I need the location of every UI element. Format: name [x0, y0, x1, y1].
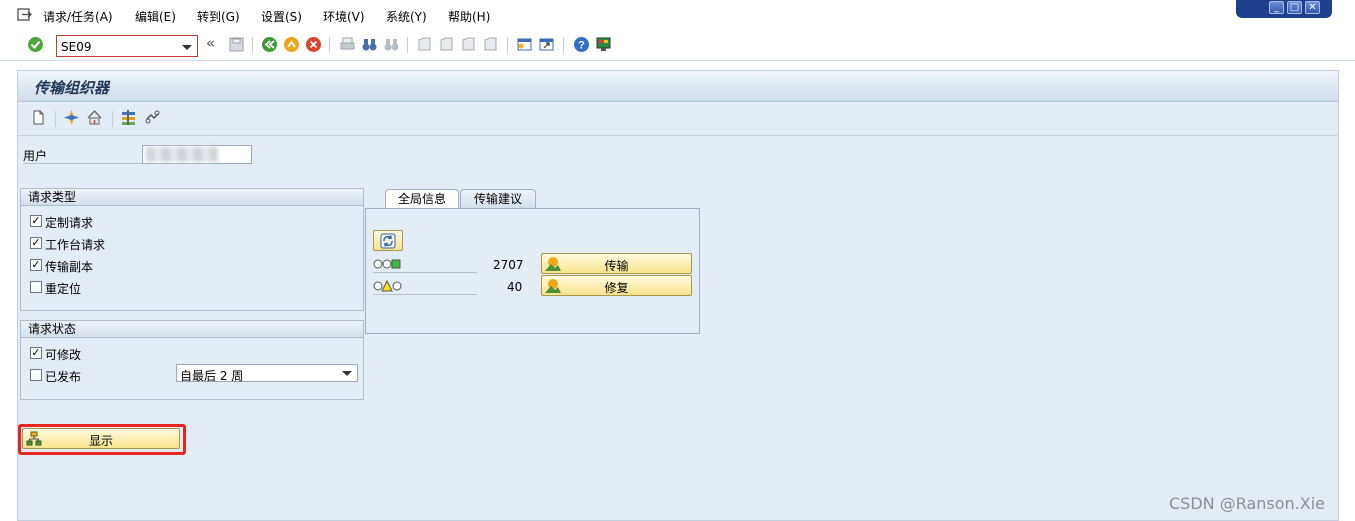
svg-text:?: ?: [578, 40, 585, 52]
command-field[interactable]: SE09: [56, 35, 198, 57]
exit-icon[interactable]: [283, 36, 300, 53]
command-value: SE09: [61, 40, 92, 54]
label-underline: [373, 272, 477, 273]
workbench-request-label: 工作台请求: [45, 238, 106, 252]
modifiable-checkbox[interactable]: ✓: [30, 347, 42, 359]
last-page-icon[interactable]: [482, 36, 499, 53]
separator: [407, 37, 408, 53]
find-icon[interactable]: [361, 36, 378, 53]
menu-goto[interactable]: 转到(G): [197, 8, 240, 25]
repair-button[interactable]: 修复: [541, 275, 692, 296]
transport-tree-icon[interactable]: [86, 109, 103, 126]
menu-environment[interactable]: 环境(V): [323, 8, 365, 25]
separator: [329, 37, 330, 53]
watermark: CSDN @Ranson.Xie: [1169, 494, 1326, 513]
tab-global-info[interactable]: 全局信息: [385, 189, 459, 209]
tab-panel: 2707 传输 40 修复: [365, 208, 700, 334]
request-status-title: 请求状态: [21, 321, 363, 338]
new-session-icon[interactable]: [516, 36, 533, 53]
title-bar: 传输组织器: [18, 71, 1338, 102]
find-next-icon[interactable]: [383, 36, 400, 53]
status-yellow-light-icon: [373, 280, 402, 292]
request-status-group: 请求状态 ✓ 可修改 已发布 自最后 2 周: [20, 320, 364, 400]
application-toolbar: [18, 102, 1338, 136]
print-icon[interactable]: [339, 36, 356, 53]
display-change-icon[interactable]: [63, 109, 80, 126]
transport-count: 2707: [493, 258, 524, 272]
repair-button-label: 修复: [604, 281, 629, 295]
save-icon[interactable]: [228, 36, 245, 53]
previous-page-icon[interactable]: [438, 36, 455, 53]
menu-bar: 请求/任务(A) 编辑(E) 转到(G) 设置(S) 环境(V) 系统(Y) 帮…: [0, 0, 1355, 31]
customize-layout-icon[interactable]: [595, 36, 612, 53]
double-left-icon[interactable]: «: [206, 34, 223, 52]
next-page-icon[interactable]: [460, 36, 477, 53]
released-label: 已发布: [45, 370, 82, 384]
first-page-icon[interactable]: [416, 36, 433, 53]
organize-icon[interactable]: [120, 109, 137, 126]
modifiable-label: 可修改: [45, 348, 82, 362]
page-title: 传输组织器: [34, 79, 110, 97]
label-underline: [373, 294, 477, 295]
chevron-down-icon[interactable]: [342, 371, 352, 376]
separator: [507, 37, 508, 53]
relocation-checkbox[interactable]: [30, 281, 42, 293]
menu-exit-icon[interactable]: [17, 8, 32, 21]
refresh-icon: [380, 233, 396, 249]
close-icon[interactable]: ✕: [1305, 1, 1320, 14]
separator: [252, 37, 253, 53]
back-icon[interactable]: [261, 36, 278, 53]
shortcut-icon[interactable]: [538, 36, 555, 53]
link-icon[interactable]: [144, 109, 161, 126]
released-checkbox[interactable]: [30, 369, 42, 381]
separator: [55, 111, 56, 127]
request-type-group: 请求类型 ✓ 定制请求 ✓ 工作台请求 ✓ 传输副本 重定位: [20, 188, 364, 311]
transport-button[interactable]: 传输: [541, 253, 692, 274]
window-controls: _ □ ✕: [1236, 0, 1332, 18]
separator: [563, 37, 564, 53]
refresh-button[interactable]: [373, 230, 403, 251]
relocation-label: 重定位: [45, 282, 82, 296]
enter-icon[interactable]: [27, 36, 44, 53]
status-green-light-icon: [373, 259, 401, 269]
user-label: 用户: [23, 149, 48, 163]
help-icon[interactable]: ?: [573, 36, 590, 53]
menu-edit[interactable]: 编辑(E): [135, 8, 176, 25]
cancel-icon[interactable]: [305, 36, 322, 53]
highlight-frame: [18, 424, 186, 455]
chevron-down-icon[interactable]: [182, 45, 192, 50]
request-type-title: 请求类型: [21, 189, 363, 206]
menu-settings[interactable]: 设置(S): [261, 8, 302, 25]
menu-help[interactable]: 帮助(H): [448, 8, 490, 25]
minimize-icon[interactable]: _: [1269, 1, 1284, 14]
main-screen: 传输组织器 用户 请求类型 ✓ 定制请求 ✓ 工作台请求 ✓ 传输副本 重定位 …: [17, 70, 1339, 521]
period-dropdown[interactable]: 自最后 2 周: [176, 364, 358, 383]
workbench-request-checkbox[interactable]: ✓: [30, 237, 42, 249]
create-document-icon[interactable]: [30, 109, 47, 126]
menu-system[interactable]: 系统(Y): [386, 8, 427, 25]
period-value: 自最后 2 周: [180, 369, 244, 383]
maximize-icon[interactable]: □: [1287, 1, 1302, 14]
menu-request-task[interactable]: 请求/任务(A): [43, 8, 113, 25]
user-value-blurred: [146, 147, 218, 162]
customizing-request-label: 定制请求: [45, 216, 94, 230]
tab-transport-proposal[interactable]: 传输建议: [460, 189, 536, 209]
transport-button-label: 传输: [604, 259, 629, 273]
label-underline: [23, 163, 142, 164]
system-toolbar: SE09 « ?: [0, 31, 1355, 61]
transport-copy-checkbox[interactable]: ✓: [30, 259, 42, 271]
repair-count: 40: [507, 280, 523, 294]
separator: [112, 111, 113, 127]
customizing-request-checkbox[interactable]: ✓: [30, 215, 42, 227]
transport-copy-label: 传输副本: [45, 260, 94, 274]
